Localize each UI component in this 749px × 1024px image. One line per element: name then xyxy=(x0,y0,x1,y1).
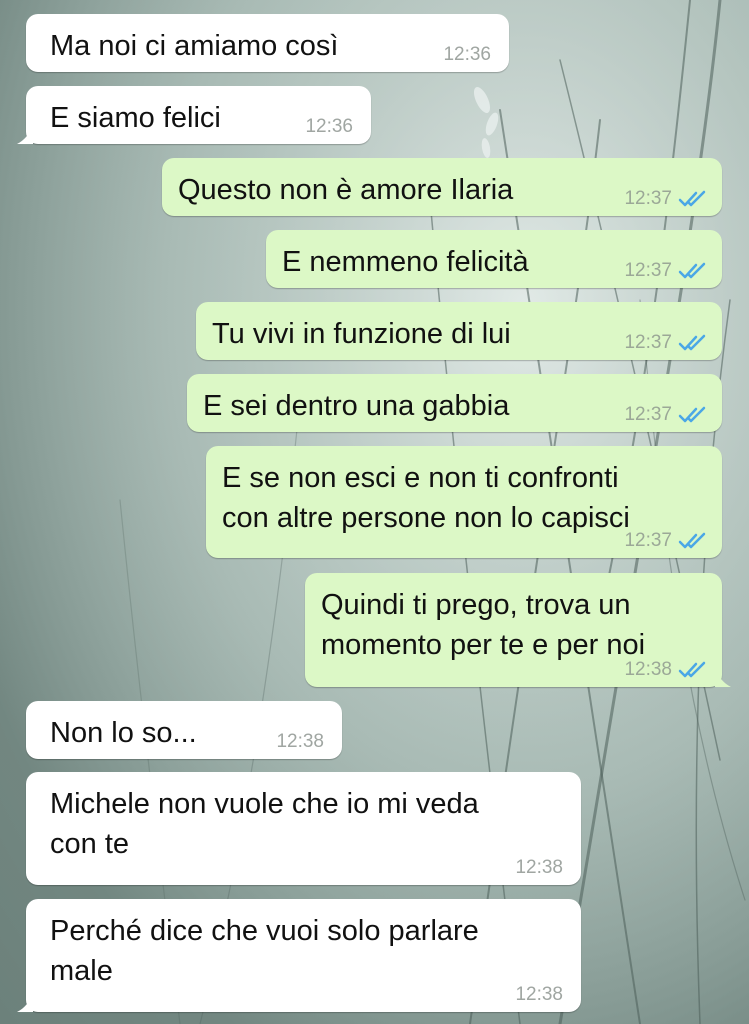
message-time: 12:38 xyxy=(515,857,563,878)
message-incoming[interactable]: Non lo so... 12:38 xyxy=(26,701,342,759)
message-text: Ma noi ci amiamo così xyxy=(50,30,339,62)
message-meta: 12:37 xyxy=(624,530,708,552)
message-time: 12:36 xyxy=(443,44,491,65)
double-check-icon xyxy=(678,190,706,207)
message-text: Michele non vuole che io mi veda con te xyxy=(50,788,479,860)
message-meta: 12:37 xyxy=(624,404,708,426)
message-time: 12:37 xyxy=(624,260,672,281)
double-check-icon xyxy=(678,334,706,351)
message-meta: 12:36 xyxy=(305,116,353,138)
message-time: 12:38 xyxy=(624,659,672,680)
message-time: 12:37 xyxy=(624,404,672,425)
message-meta: 12:38 xyxy=(515,857,563,879)
message-text: Perché dice che vuoi solo parlare male xyxy=(50,915,479,987)
double-check-icon xyxy=(678,406,706,423)
conversation: Ma noi ci amiamo così 12:36 E siamo feli… xyxy=(0,0,749,1024)
message-outgoing[interactable]: E sei dentro una gabbia 12:37 xyxy=(187,374,722,432)
message-meta: 12:37 xyxy=(624,260,708,282)
message-outgoing[interactable]: Quindi ti prego, trova un momento per te… xyxy=(305,573,731,687)
message-incoming[interactable]: Perché dice che vuoi solo parlare male 1… xyxy=(17,899,581,1012)
message-incoming[interactable]: Ma noi ci amiamo così 12:36 xyxy=(26,14,509,72)
message-outgoing[interactable]: Tu vivi in funzione di lui 12:37 xyxy=(196,302,722,360)
message-text: Quindi ti prego, trova un momento per te… xyxy=(321,589,646,661)
message-meta: 12:38 xyxy=(624,659,708,681)
message-time: 12:38 xyxy=(515,984,563,1005)
message-time: 12:36 xyxy=(305,116,353,137)
double-check-icon xyxy=(678,262,706,279)
double-check-icon xyxy=(678,661,706,678)
message-meta: 12:37 xyxy=(624,188,708,210)
message-time: 12:38 xyxy=(276,731,324,752)
bubble-tail xyxy=(17,994,33,1012)
message-incoming[interactable]: Michele non vuole che io mi veda con te … xyxy=(26,772,581,885)
message-meta: 12:37 xyxy=(624,332,708,354)
message-meta: 12:38 xyxy=(276,731,324,753)
message-time: 12:37 xyxy=(624,530,672,551)
double-check-icon xyxy=(678,532,706,549)
message-meta: 12:36 xyxy=(443,44,491,66)
bubble-tail xyxy=(715,669,731,687)
bubble-tail xyxy=(17,126,33,144)
message-time: 12:37 xyxy=(624,332,672,353)
message-outgoing[interactable]: E se non esci e non ti confronti con alt… xyxy=(206,446,722,558)
message-time: 12:37 xyxy=(624,188,672,209)
message-outgoing[interactable]: E nemmeno felicità 12:37 xyxy=(266,230,722,288)
message-meta: 12:38 xyxy=(515,984,563,1006)
message-text: E se non esci e non ti confronti con alt… xyxy=(222,462,630,534)
message-incoming[interactable]: E siamo felici 12:36 xyxy=(17,86,371,144)
message-outgoing[interactable]: Questo non è amore Ilaria 12:37 xyxy=(162,158,722,216)
